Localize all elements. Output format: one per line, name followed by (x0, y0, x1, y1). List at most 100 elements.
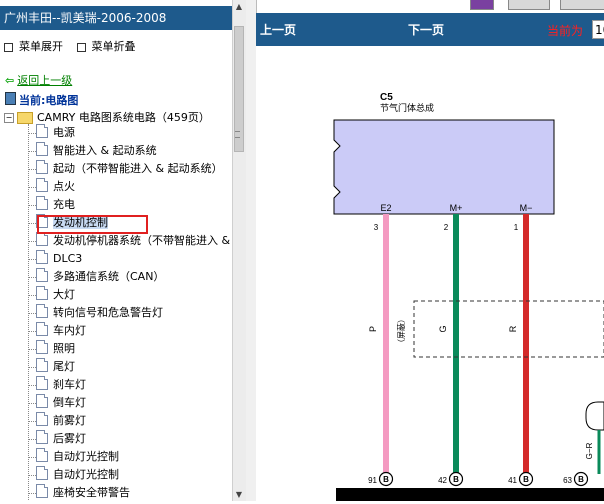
tree-item[interactable]: 起动（不带智能进入 & 起动系统） (24, 160, 230, 178)
document-icon (36, 160, 48, 174)
tree-item-label[interactable]: 多路通信系统（CAN） (53, 270, 164, 283)
document-icon (36, 448, 48, 462)
extra-wire-label: G−R (585, 442, 594, 459)
document-icon (36, 178, 48, 192)
collapse-node-icon[interactable]: − (4, 113, 14, 123)
folder-icon (17, 112, 33, 124)
tree-item-label[interactable]: 照明 (53, 342, 75, 355)
tree-connector (28, 475, 36, 476)
toolbar-stub-purple (470, 0, 494, 10)
tree-item-label[interactable]: 点火 (53, 180, 75, 193)
tree-item[interactable]: 照明 (24, 340, 230, 358)
tree-item-label[interactable]: 转向信号和危急警告灯 (53, 306, 163, 319)
tree-item[interactable]: 发动机停机器系统（不带智能进入 & (24, 232, 230, 250)
tree-connector (28, 457, 36, 458)
tree-item[interactable]: 倒车灯 (24, 394, 230, 412)
wiring-diagram: C5 节气门体总成 E23PM+2GM−1R （屏蔽） 91BETA42BM+4… (256, 46, 604, 501)
tree-item-label[interactable]: 尾灯 (53, 360, 75, 373)
tree-root[interactable]: − CAMRY 电路图系统电路（459页） (4, 109, 210, 125)
prev-page-button[interactable]: 上一页 (260, 21, 296, 38)
tree-item-label[interactable]: 电源 (53, 126, 75, 139)
tree-item-label[interactable]: 后雾灯 (53, 432, 86, 445)
tree-connector (28, 133, 36, 134)
vertical-scrollbar[interactable]: ▲ ▼ (232, 0, 246, 501)
junction-connector-icon (585, 401, 604, 431)
menu-row: 菜单展开 菜单折叠 (0, 38, 136, 54)
tree-connector (28, 349, 36, 350)
tree-item-label[interactable]: 发动机停机器系统（不带智能进入 & (53, 234, 230, 247)
collapse-menu-label: 菜单折叠 (91, 40, 136, 53)
tree-item[interactable]: DLC3 (24, 250, 230, 268)
expand-menu-button[interactable]: 菜单展开 (0, 40, 63, 53)
tree-item-label[interactable]: 倒车灯 (53, 396, 86, 409)
scroll-down-arrow-icon[interactable]: ▼ (234, 490, 244, 499)
expand-menu-label: 菜单展开 (19, 40, 63, 53)
wire-color-label: R (508, 325, 518, 332)
collapse-menu-button[interactable]: 菜单折叠 (73, 40, 136, 53)
document-icon (36, 250, 48, 264)
tree-item-label[interactable]: DLC3 (53, 252, 82, 265)
document-icon (36, 430, 48, 444)
pin-number: 2 (444, 223, 449, 232)
document-icon (36, 124, 48, 138)
tree-item[interactable]: 智能进入 & 起动系统 (24, 142, 230, 160)
tree-item[interactable]: 尾灯 (24, 358, 230, 376)
tree-connector (28, 493, 36, 494)
component-id: C5 (380, 92, 393, 103)
tree-connector (28, 421, 36, 422)
page-number-input[interactable]: 10 (592, 20, 604, 39)
scroll-grip-icon (235, 131, 240, 138)
toolbar-stub-button[interactable] (560, 0, 604, 10)
tree-item[interactable]: 刹车灯 (24, 376, 230, 394)
tree-item[interactable]: 车内灯 (24, 322, 230, 340)
tree-item-label[interactable]: 车内灯 (53, 324, 86, 337)
document-icon (36, 376, 48, 390)
page-toolbar: 上一页 下一页 当前为 10 (256, 13, 604, 46)
document-icon (36, 322, 48, 336)
document-icon (36, 466, 48, 480)
tree-item-label[interactable]: 大灯 (53, 288, 75, 301)
pin-name: M+ (450, 203, 463, 213)
document-icon (36, 232, 48, 246)
left-panel: 广州丰田--凯美瑞-2006-2008 菜单展开 菜单折叠 ⇦ 返回上一级 当前:… (0, 0, 232, 501)
top-pins: E2 3 P M+ 2 G M− 1 R (368, 203, 532, 476)
tree-item-label[interactable]: 自动灯光控制 (53, 468, 119, 481)
tree-item[interactable]: 充电 (24, 196, 230, 214)
tree-item[interactable]: 前雾灯 (24, 412, 230, 430)
tree-item[interactable]: 大灯 (24, 286, 230, 304)
tree-connector (28, 367, 36, 368)
tree-connector (28, 403, 36, 404)
back-link[interactable]: ⇦ 返回上一级 (5, 72, 72, 88)
tree-item[interactable]: 后雾灯 (24, 430, 230, 448)
tree-connector (28, 313, 36, 314)
document-icon (36, 394, 48, 408)
tree-item-label[interactable]: 座椅安全带警告 (53, 486, 130, 499)
tree-connector (28, 385, 36, 386)
current-location: 当前:电路图 (5, 92, 78, 108)
document-icon (36, 484, 48, 498)
tree-item[interactable]: 点火 (24, 178, 230, 196)
current-page-label: 当前为 (547, 24, 584, 38)
toolbar-stub-button[interactable] (508, 0, 550, 10)
tree-item-label[interactable]: 充电 (53, 198, 75, 211)
tree-item-label[interactable]: 智能进入 & 起动系统 (53, 144, 157, 157)
tree-root-label: CAMRY 电路图系统电路（459页） (37, 111, 210, 124)
tree-item[interactable]: 多路通信系统（CAN） (24, 268, 230, 286)
tree-item[interactable]: 自动灯光控制 (24, 466, 230, 484)
next-page-button[interactable]: 下一页 (408, 21, 444, 38)
tree-item-label[interactable]: 前雾灯 (53, 414, 86, 427)
tree-connector (28, 259, 36, 260)
tree-item-label[interactable]: 刹车灯 (53, 378, 86, 391)
tree-item[interactable]: 座椅安全带警告 (24, 484, 230, 501)
tree-item[interactable]: 电源 (24, 124, 230, 142)
tree-item[interactable]: 转向信号和危急警告灯 (24, 304, 230, 322)
scroll-up-arrow-icon[interactable]: ▲ (234, 2, 244, 14)
tree-connector (28, 169, 36, 170)
tree-item-label[interactable]: 起动（不带智能进入 & 起动系统） (53, 162, 223, 175)
tree-item-label[interactable]: 自动灯光控制 (53, 450, 119, 463)
component-name: 节气门体总成 (380, 102, 434, 113)
pin-name: E2 (380, 203, 391, 213)
document-icon (36, 304, 48, 318)
bottom-pin-number: 91 (368, 476, 377, 485)
tree-item[interactable]: 自动灯光控制 (24, 448, 230, 466)
